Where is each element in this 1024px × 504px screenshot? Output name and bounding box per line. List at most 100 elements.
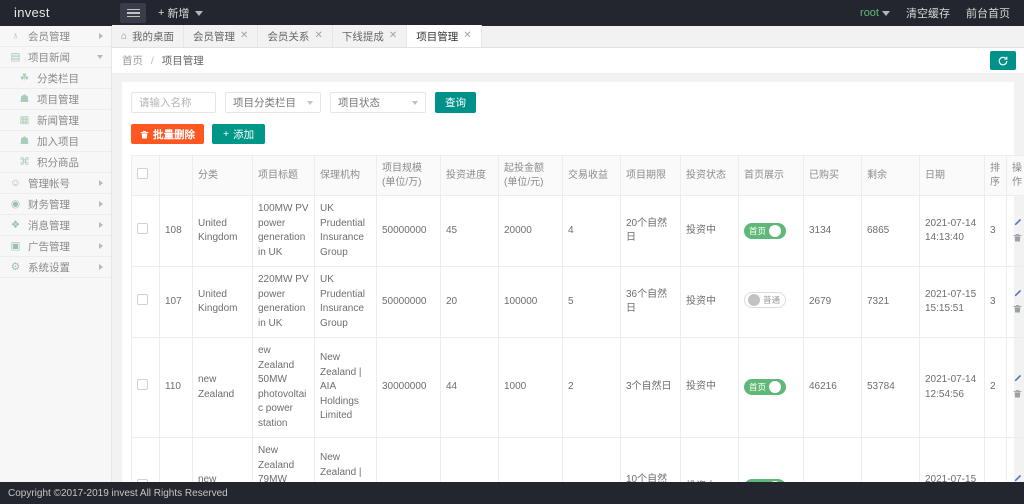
cart-icon: ☗ [18, 135, 31, 148]
home-display-toggle[interactable]: 普通 [744, 292, 786, 308]
category-select[interactable]: 项目分类栏目 [225, 92, 321, 113]
close-icon[interactable]: ✕ [463, 31, 471, 41]
doc-icon: ▦ [18, 114, 31, 127]
tab-0[interactable]: ⌂我的桌面 [112, 25, 184, 47]
pencil-icon[interactable] [1013, 218, 1022, 230]
cell-bought: 2679 [804, 267, 862, 338]
pencil-icon[interactable] [1013, 289, 1022, 301]
refresh-icon[interactable] [990, 51, 1016, 70]
trash-icon[interactable] [1013, 233, 1022, 245]
cell-date: 2021-07-14 12:54:56 [920, 338, 985, 438]
hamburger-icon[interactable] [120, 3, 146, 23]
column-header-15: 排序 [985, 156, 1007, 196]
row-checkbox-cell[interactable] [132, 267, 160, 338]
cell-status: 投资中 [681, 338, 739, 438]
tab-3[interactable]: 下线提成✕ [333, 25, 407, 47]
home-display-cell[interactable]: 普通 [739, 267, 804, 338]
tab-label: 项目管理 [416, 29, 458, 44]
trash-icon [140, 130, 149, 139]
status-select[interactable]: 项目状态 [330, 92, 426, 113]
home-display-toggle[interactable]: 首页 [744, 223, 786, 239]
sidebar-item-4[interactable]: ▦新闻管理 [0, 110, 111, 131]
trash-icon[interactable] [1013, 304, 1022, 316]
new-item-button[interactable]: + 新增 [158, 5, 203, 21]
column-header-5: 项目规模(单位/万) [377, 156, 441, 196]
chevron-down-icon [195, 11, 203, 16]
toggle-label: 普通 [760, 294, 783, 306]
select-all-checkbox[interactable] [132, 156, 160, 196]
cell-term: 36个自然日 [621, 267, 681, 338]
tab-2[interactable]: 会员关系✕ [258, 25, 332, 47]
close-icon[interactable]: ✕ [314, 31, 322, 41]
main-content-area: ⌂我的桌面会员管理✕会员关系✕下线提成✕项目管理 ✕ 首页 / 项目管理 请输入名… [112, 26, 1024, 482]
user-menu[interactable]: root [860, 7, 890, 19]
toolbar-actions: 批量删除 + 添加 [131, 124, 1005, 144]
cell-earnings: 4 [563, 196, 621, 267]
cell-sort: 2 [985, 338, 1007, 438]
app-logo: invest [0, 0, 112, 26]
front-home-link[interactable]: 前台首页 [966, 5, 1010, 21]
row-actions-cell [1007, 338, 1024, 438]
table-row: 107United Kingdom220MW PV power generati… [132, 267, 1024, 338]
home-display-cell[interactable]: 首页 [739, 196, 804, 267]
chevron-down-icon [882, 11, 890, 16]
sidebar-item-8[interactable]: ◉财务管理 [0, 194, 111, 215]
checkbox-icon[interactable] [137, 379, 148, 390]
sidebar-item-7[interactable]: ☺管理帐号 [0, 173, 111, 194]
tab-1[interactable]: 会员管理✕ [184, 25, 258, 47]
checkbox-icon[interactable] [137, 168, 148, 179]
toggle-knob [769, 381, 781, 393]
cell-status: 投资中 [681, 267, 739, 338]
batch-delete-button[interactable]: 批量删除 [131, 124, 204, 144]
home-display-cell[interactable]: 首页 [739, 338, 804, 438]
sidebar-item-0[interactable]: ♁会员管理 [0, 26, 111, 47]
sidebar-item-label: 分类栏目 [37, 71, 103, 86]
trash-icon[interactable] [1013, 389, 1022, 401]
close-icon[interactable]: ✕ [389, 31, 397, 41]
leaf-icon: ☘ [18, 72, 31, 85]
cell-earnings: 2 [563, 338, 621, 438]
cell-progress: 44 [441, 338, 499, 438]
home-display-toggle[interactable]: 首页 [744, 379, 786, 395]
search-input[interactable]: 请输入名称 [131, 92, 216, 113]
clear-cache-button[interactable]: 清空缓存 [906, 5, 950, 21]
top-header-bar: invest + 新增 root 清空缓存 前台首页 [0, 0, 1024, 26]
close-icon[interactable]: ✕ [240, 31, 248, 41]
pencil-icon[interactable] [1013, 374, 1022, 386]
sidebar-item-11[interactable]: ⚙系统设置 [0, 257, 111, 278]
breadcrumb-root[interactable]: 首页 [122, 55, 143, 67]
sidebar-item-3[interactable]: ☗项目管理 [0, 89, 111, 110]
cell-earnings: 5 [563, 267, 621, 338]
breadcrumb-separator: / [151, 55, 154, 67]
cell-title: 100MW PV power generation in UK [253, 196, 315, 267]
toggle-knob [748, 294, 760, 306]
column-header-9: 项目期限 [621, 156, 681, 196]
sidebar-item-label: 加入项目 [37, 134, 103, 149]
header-right-group: root 清空缓存 前台首页 [860, 5, 1024, 21]
category-select-value: 项目分类栏目 [233, 95, 296, 110]
tab-4[interactable]: 项目管理 ✕ [407, 25, 481, 47]
checkbox-icon[interactable] [137, 223, 148, 234]
cell-category: United Kingdom [193, 267, 253, 338]
chevron-down-icon [97, 55, 103, 59]
query-button[interactable]: 查询 [435, 92, 476, 113]
row-actions-cell [1007, 267, 1024, 338]
sidebar-item-9[interactable]: ❖消息管理 [0, 215, 111, 236]
row-checkbox-cell[interactable] [132, 338, 160, 438]
chevron-right-icon [99, 33, 103, 39]
row-action-group [1012, 374, 1023, 401]
batch-delete-label: 批量删除 [153, 127, 195, 142]
cell-title: ew Zealand 50MW photovoltaic power stati… [253, 338, 315, 438]
cell-remaining: 6865 [862, 196, 920, 267]
cell-scale: 50000000 [377, 196, 441, 267]
add-button[interactable]: + 添加 [212, 124, 265, 144]
sidebar-item-6[interactable]: ⌘积分商品 [0, 152, 111, 173]
sidebar-item-2[interactable]: ☘ 分类栏目 [0, 68, 111, 89]
checkbox-icon[interactable] [137, 294, 148, 305]
page-content: 请输入名称 项目分类栏目 项目状态 查询 批量删除 [112, 74, 1024, 482]
sidebar-item-5[interactable]: ☗ 加入项目 [0, 131, 111, 152]
sidebar-item-1[interactable]: ▤项目新闻 [0, 47, 111, 68]
sidebar-item-10[interactable]: ▣广告管理 [0, 236, 111, 257]
row-checkbox-cell[interactable] [132, 196, 160, 267]
table-row: 108United Kingdom100MW PV power generati… [132, 196, 1024, 267]
